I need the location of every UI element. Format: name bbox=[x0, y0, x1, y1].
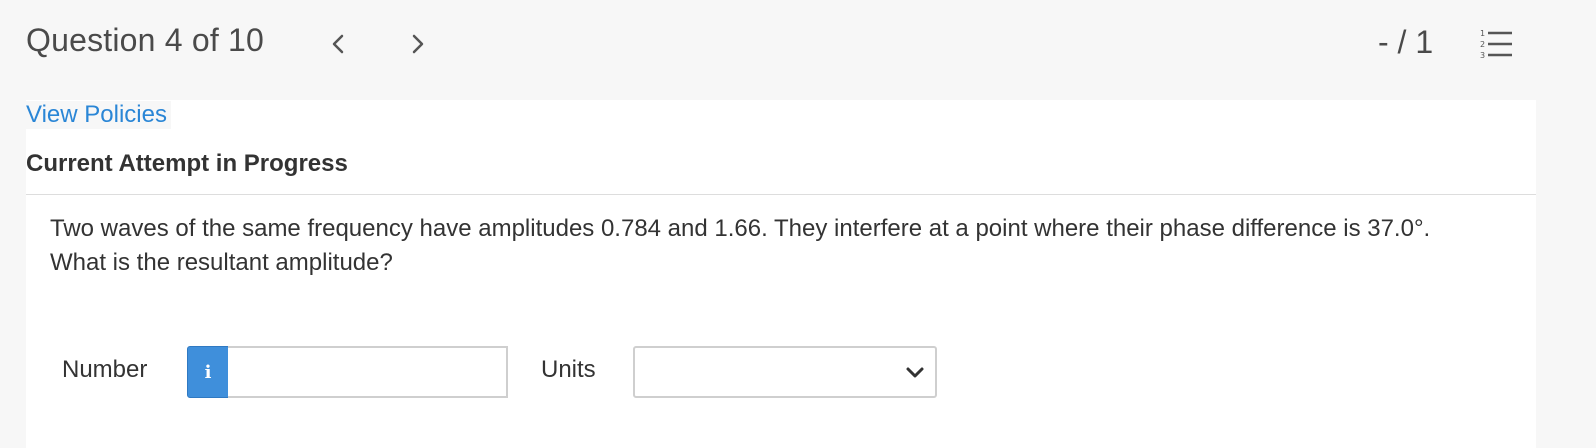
question-list-button[interactable]: 1 2 3 bbox=[1476, 26, 1516, 62]
question-panel: View Policies Current Attempt in Progres… bbox=[26, 100, 1536, 448]
info-button[interactable]: i bbox=[187, 346, 229, 398]
view-policies-link[interactable]: View Policies bbox=[26, 101, 171, 129]
units-select[interactable] bbox=[633, 346, 937, 398]
numbered-list-icon: 1 2 3 bbox=[1480, 29, 1512, 60]
divider bbox=[26, 194, 1536, 195]
attempt-heading: Current Attempt in Progress bbox=[26, 150, 348, 177]
next-question-button[interactable] bbox=[400, 26, 436, 62]
question-line-1: Two waves of the same frequency have amp… bbox=[50, 215, 1431, 242]
svg-text:2: 2 bbox=[1480, 40, 1485, 49]
number-input[interactable] bbox=[228, 346, 508, 398]
chevron-left-icon bbox=[332, 34, 344, 54]
question-text: Two waves of the same frequency have amp… bbox=[50, 212, 1510, 280]
question-header: Question 4 of 10 - / 1 1 2 3 bbox=[0, 0, 1596, 100]
chevron-down-icon bbox=[906, 367, 924, 378]
svg-text:3: 3 bbox=[1480, 51, 1485, 60]
info-icon: i bbox=[204, 361, 212, 383]
question-counter: Question 4 of 10 bbox=[26, 22, 265, 58]
previous-question-button[interactable] bbox=[320, 26, 356, 62]
units-label: Units bbox=[541, 356, 596, 383]
score-display: - / 1 bbox=[1378, 24, 1434, 60]
question-line-2: What is the resultant amplitude? bbox=[50, 249, 393, 276]
chevron-right-icon bbox=[412, 34, 424, 54]
number-label: Number bbox=[62, 356, 148, 383]
svg-text:1: 1 bbox=[1480, 29, 1485, 38]
